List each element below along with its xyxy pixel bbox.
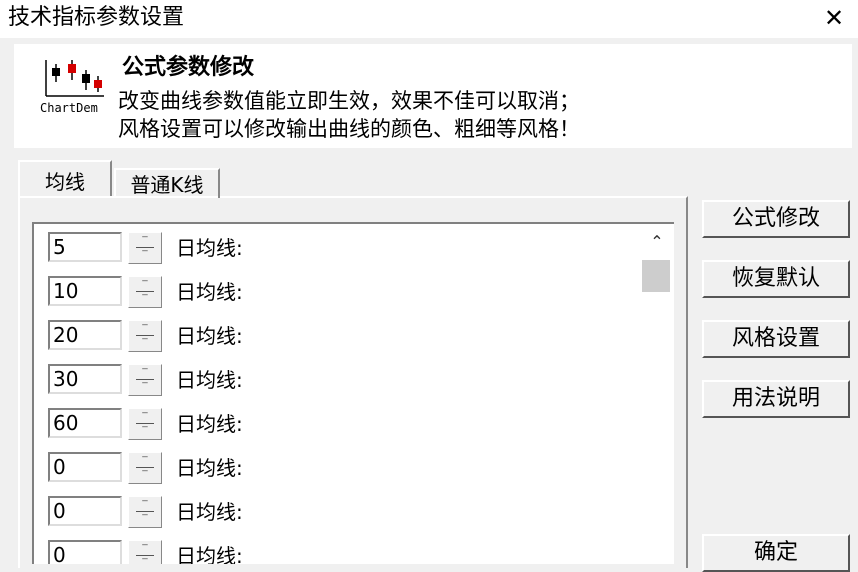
scroll-up-icon[interactable]: ⌃ — [647, 232, 667, 252]
tab-moving-average[interactable]: 均线 — [18, 160, 112, 196]
window-title: 技术指标参数设置 — [8, 5, 185, 30]
param-input-1[interactable] — [48, 232, 122, 262]
ok-button[interactable]: 确定 — [702, 534, 850, 572]
tab-normal-kline[interactable]: 普通K线 — [114, 168, 220, 198]
spin-down-icon[interactable]: ⁻ — [137, 291, 153, 305]
param-label: 日均线: — [176, 544, 243, 564]
spin-button[interactable]: ⁻ ⁻ — [128, 276, 162, 308]
usage-help-button[interactable]: 用法说明 — [702, 380, 850, 418]
header-description-1: 改变曲线参数值能立即生效，效果不佳可以取消； — [118, 89, 580, 113]
formula-edit-button[interactable]: 公式修改 — [702, 200, 850, 238]
spin-down-icon[interactable]: ⁻ — [137, 247, 153, 261]
param-label: 日均线: — [176, 412, 243, 436]
param-label: 日均线: — [176, 280, 243, 304]
param-input-7[interactable] — [48, 496, 122, 526]
spin-button[interactable]: ⁻ ⁻ — [128, 540, 162, 564]
spin-down-icon[interactable]: ⁻ — [137, 555, 153, 564]
spin-button[interactable]: ⁻ ⁻ — [128, 496, 162, 528]
spin-button[interactable]: ⁻ ⁻ — [128, 232, 162, 264]
close-button[interactable]: ✕ — [816, 2, 852, 34]
style-settings-button[interactable]: 风格设置 — [702, 320, 850, 358]
spin-down-icon[interactable]: ⁻ — [137, 423, 153, 437]
param-input-8[interactable] — [48, 540, 122, 564]
param-list: ⁻⁻ 日均线: ⁻⁻ 日均线: ⁻⁻ 日均线: ⁻⁻ 日均线: ⁻⁻ 日均线: … — [32, 222, 674, 564]
param-label: 日均线: — [176, 368, 243, 392]
param-label: 日均线: — [176, 456, 243, 480]
spin-down-icon[interactable]: ⁻ — [137, 379, 153, 393]
spin-down-icon[interactable]: ⁻ — [137, 467, 153, 481]
scroll-thumb[interactable] — [642, 260, 670, 292]
spin-down-icon[interactable]: ⁻ — [137, 335, 153, 349]
param-label: 日均线: — [176, 324, 243, 348]
spin-button[interactable]: ⁻ ⁻ — [128, 364, 162, 396]
logo-text: ChartDem — [40, 101, 98, 115]
chart-logo: ChartDem — [40, 60, 104, 115]
title-bar: 技术指标参数设置 ✕ — [0, 0, 858, 38]
info-header: ChartDem 公式参数修改 改变曲线参数值能立即生效，效果不佳可以取消； 风… — [14, 44, 852, 148]
param-input-5[interactable] — [48, 408, 122, 438]
spin-down-icon[interactable]: ⁻ — [137, 511, 153, 525]
param-input-4[interactable] — [48, 364, 122, 394]
restore-default-button[interactable]: 恢复默认 — [702, 260, 850, 298]
param-input-6[interactable] — [48, 452, 122, 482]
param-input-3[interactable] — [48, 320, 122, 350]
spin-button[interactable]: ⁻ ⁻ — [128, 320, 162, 352]
header-description-2: 风格设置可以修改输出曲线的颜色、粗细等风格！ — [118, 117, 580, 141]
spin-button[interactable]: ⁻ ⁻ — [128, 408, 162, 440]
spin-button[interactable]: ⁻ ⁻ — [128, 452, 162, 484]
param-input-2[interactable] — [48, 276, 122, 306]
vertical-scrollbar[interactable]: ⌃ — [640, 224, 674, 564]
header-title: 公式参数修改 — [122, 55, 255, 80]
param-label: 日均线: — [176, 236, 243, 260]
param-label: 日均线: — [176, 500, 243, 524]
